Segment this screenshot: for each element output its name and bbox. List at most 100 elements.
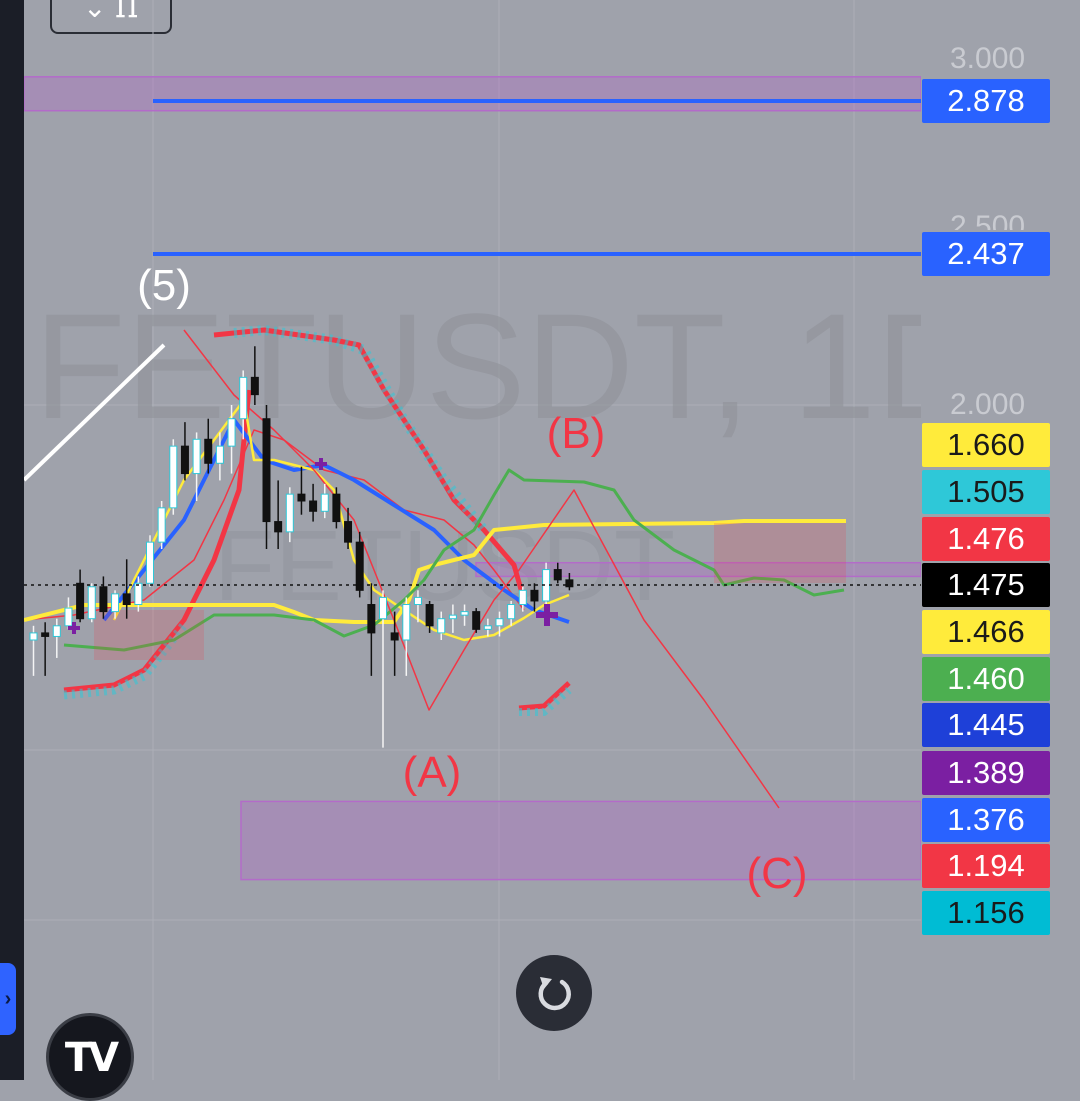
candle-body <box>239 376 248 420</box>
candle-body <box>122 593 131 606</box>
ichimoku-cloud <box>714 523 846 583</box>
candle-body <box>518 589 527 606</box>
candle-body <box>355 541 364 591</box>
candle <box>297 466 306 515</box>
price-label-2437: 2.437 <box>922 232 1050 276</box>
price-label-text: 1.194 <box>947 848 1025 883</box>
candle-body <box>215 445 224 464</box>
price-label-text: 2.437 <box>947 236 1025 271</box>
price-label-1460: 1.460 <box>922 657 1050 701</box>
price-label-1475: 1.475 <box>922 563 1050 607</box>
candle <box>157 501 166 549</box>
candle-body <box>192 438 201 475</box>
candle-body <box>76 582 85 620</box>
price-label-text: 1.476 <box>947 521 1025 556</box>
price-label-text: 1.460 <box>947 661 1025 696</box>
candle-body <box>274 521 283 533</box>
y-tick-3000: 3.000 <box>950 42 1026 75</box>
candle-body <box>285 493 294 533</box>
candle <box>507 600 516 626</box>
zone-2 <box>240 800 921 881</box>
price-label-text: 2.878 <box>947 83 1025 118</box>
candle-body <box>157 507 166 543</box>
y-tick-2000: 2.000 <box>950 388 1026 421</box>
logo-text: TV <box>64 1035 119 1081</box>
candle-body <box>507 604 516 620</box>
candle <box>41 622 50 676</box>
price-label-text: 1.660 <box>947 427 1025 462</box>
price-label-1194: 1.194 <box>922 844 1050 888</box>
candle-body <box>495 618 504 627</box>
price-label-text: 1.156 <box>947 895 1025 930</box>
candle-body <box>41 632 50 637</box>
tradingview-logo[interactable]: TV <box>46 1013 134 1101</box>
price-label-text: 1.376 <box>947 802 1025 837</box>
candle-body <box>250 376 259 396</box>
price-label-1476: 1.476 <box>922 517 1050 561</box>
candle-body <box>390 632 399 641</box>
key-level-lines <box>153 99 921 256</box>
candle-body <box>297 493 306 502</box>
candle-body <box>437 618 446 634</box>
candle <box>64 597 73 630</box>
candle <box>76 569 85 623</box>
candle-body <box>227 418 236 447</box>
candle <box>402 597 411 676</box>
candle <box>379 590 387 748</box>
candle <box>29 625 38 676</box>
candle-body <box>344 521 353 543</box>
candle-body <box>169 445 178 509</box>
candle <box>472 608 481 633</box>
candle-body <box>146 541 154 584</box>
price-label-2878: 2.878 <box>922 79 1050 123</box>
chevron-right-icon: › <box>4 988 12 1010</box>
price-label-1445: 1.445 <box>922 703 1050 747</box>
replay-button[interactable] <box>516 955 592 1031</box>
price-label-text: 1.445 <box>947 707 1025 742</box>
candle <box>355 531 364 598</box>
candle-body <box>204 438 213 464</box>
candle <box>52 618 61 658</box>
price-label-1156: 1.156 <box>922 891 1050 935</box>
wave-label-5: (5) <box>137 261 191 310</box>
ichimoku-cloud-left <box>94 610 204 660</box>
candle-body <box>134 582 143 606</box>
candle-body <box>332 493 341 523</box>
candle-body <box>64 607 73 627</box>
zone-0 <box>24 76 921 112</box>
candle-body <box>309 500 318 512</box>
candle-body <box>29 632 38 641</box>
y-tick-2500: 2.500 <box>950 210 1026 230</box>
candle-body <box>367 604 376 634</box>
left-toolbar-strip <box>0 0 24 1080</box>
price-label-text: 1.466 <box>947 614 1025 649</box>
candle-body <box>530 589 539 602</box>
candle-body <box>472 611 481 630</box>
candle-body <box>52 625 61 637</box>
supply-demand-zones <box>24 76 921 881</box>
candle-body <box>483 625 492 630</box>
price-label-text: 1.505 <box>947 474 1025 509</box>
candle <box>146 535 154 587</box>
candle-body <box>379 596 387 620</box>
candle-body <box>460 611 469 616</box>
candle-body <box>413 596 422 606</box>
candle-body <box>262 418 271 523</box>
candle-body <box>111 593 120 613</box>
price-label-text: 1.389 <box>947 755 1025 790</box>
candle <box>87 583 96 623</box>
wave-label-c: (C) <box>746 849 807 898</box>
price-chart[interactable]: FETUSDT, 1D FETUSDT (5) (A) (B) (C) <box>24 0 921 1080</box>
candle-body <box>448 614 457 620</box>
candle-body <box>87 586 96 620</box>
price-label-text: 1.475 <box>947 567 1025 602</box>
wave-label-b: (B) <box>547 409 606 458</box>
replay-icon <box>538 977 571 1011</box>
candle-body <box>402 604 411 641</box>
candle-body <box>99 586 108 613</box>
candle-body <box>553 569 562 581</box>
price-label-1466: 1.466 <box>922 610 1050 654</box>
expand-panel-tab[interactable]: › <box>0 963 16 1035</box>
price-label-1376: 1.376 <box>922 798 1050 842</box>
candle-body <box>425 604 434 627</box>
